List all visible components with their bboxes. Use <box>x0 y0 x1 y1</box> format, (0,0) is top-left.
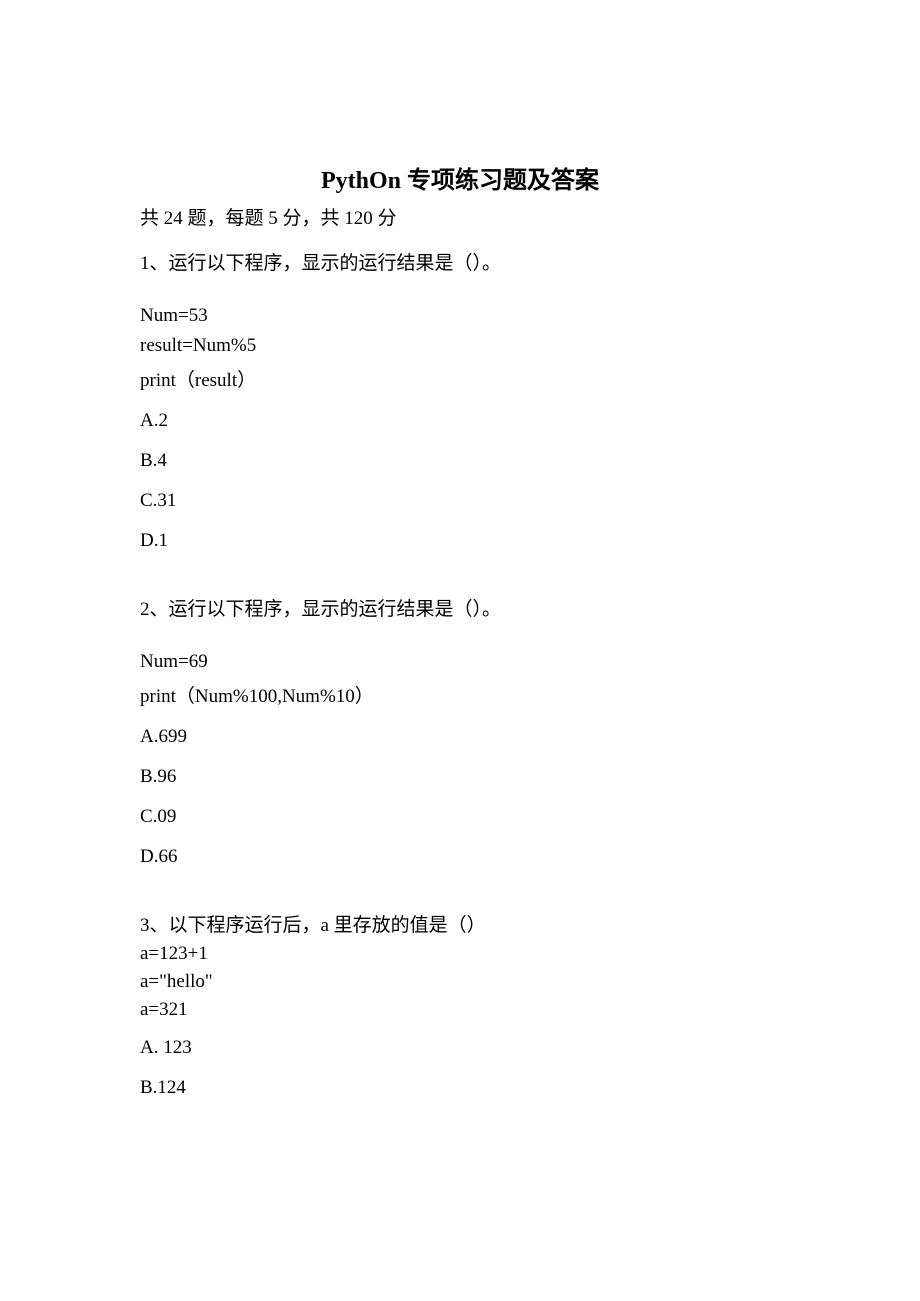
q1-option-d: D.1 <box>140 530 780 552</box>
document-page: PythOn 专项练习题及答案 共 24 题，每题 5 分，共 120 分 1、… <box>0 0 920 1301</box>
q3-stem: 3、以下程序运行后，a 里存放的值是（） <box>140 910 780 937</box>
q1-code-line: print（result） <box>140 365 780 392</box>
q3-code-line: a="hello" <box>140 971 780 993</box>
q2-option-a: A.699 <box>140 726 780 748</box>
page-title: PythOn 专项练习题及答案 <box>140 160 780 195</box>
quiz-meta: 共 24 题，每题 5 分，共 120 分 <box>140 203 780 230</box>
spacer <box>140 716 780 726</box>
q1-code-line: Num=53 <box>140 305 780 327</box>
q2-option-b: B.96 <box>140 766 780 788</box>
q1-option-a: A.2 <box>140 410 780 432</box>
q3-option-a: A. 123 <box>140 1037 780 1059</box>
q3-code-line: a=321 <box>140 999 780 1021</box>
q3-code-line: a=123+1 <box>140 943 780 965</box>
q2-stem: 2、运行以下程序，显示的运行结果是（）。 <box>140 594 780 621</box>
q2-code-line: Num=69 <box>140 651 780 673</box>
q1-option-c: C.31 <box>140 490 780 512</box>
q1-code-line: result=Num%5 <box>140 335 780 357</box>
spacer <box>140 570 780 594</box>
spacer <box>140 400 780 410</box>
q1-option-b: B.4 <box>140 450 780 472</box>
q2-option-c: C.09 <box>140 806 780 828</box>
q3-option-b: B.124 <box>140 1077 780 1099</box>
q2-option-d: D.66 <box>140 846 780 868</box>
spacer <box>140 1027 780 1037</box>
spacer <box>140 886 780 910</box>
q1-stem: 1、运行以下程序，显示的运行结果是（）。 <box>140 248 780 275</box>
q2-code-line: print（Num%100,Num%10） <box>140 681 780 708</box>
